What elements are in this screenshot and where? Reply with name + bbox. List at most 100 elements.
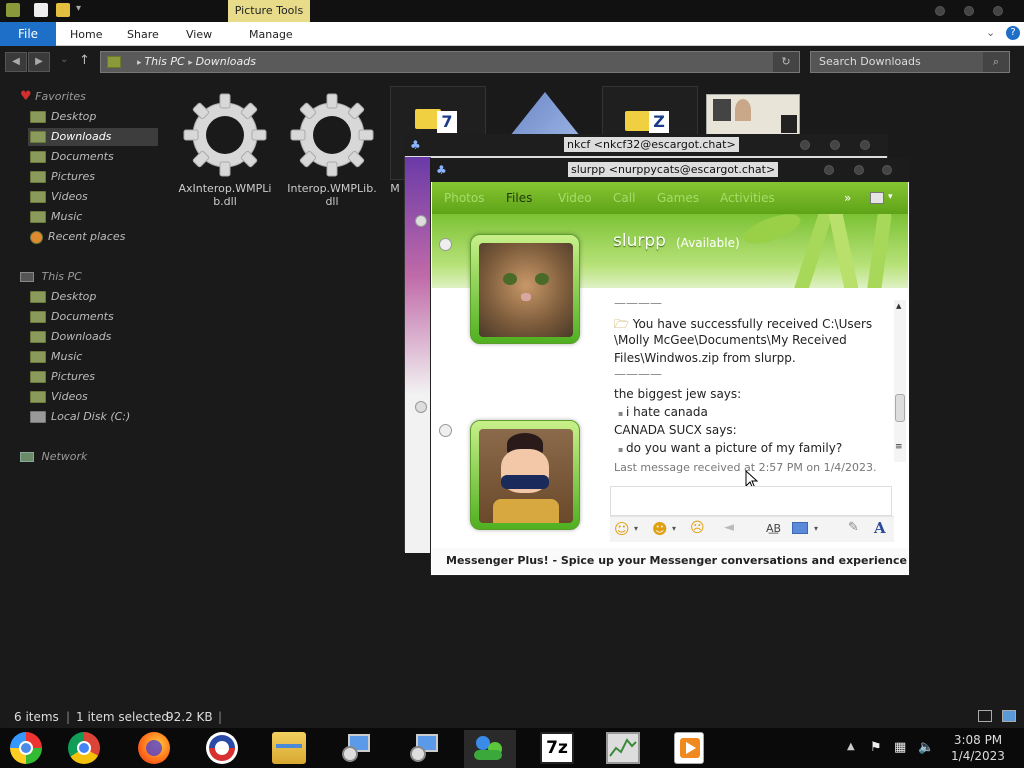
new-folder-icon[interactable] [56,3,70,17]
recent-dropdown-icon[interactable]: ⌄ [60,54,68,65]
up-arrow-icon[interactable]: ↑ [79,53,90,68]
picture-tools-tab[interactable]: Picture Tools [228,0,310,22]
file-zip-archive[interactable]: Z [602,86,698,136]
sidebar-item-pc-downloads[interactable]: Downloads [30,328,111,346]
sidebar-item-pc-music[interactable]: Music [30,348,82,366]
tab-video[interactable]: Video [558,191,592,205]
image-file-icon[interactable] [510,92,580,136]
network-tool-icon-2[interactable] [408,732,442,764]
breadcrumb-this-pc[interactable]: This PC [144,55,184,68]
sidebar-item-videos[interactable]: Videos [30,188,88,206]
minimize-button[interactable] [935,6,945,16]
help-icon[interactable]: ? [1006,26,1020,40]
sidebar-item-downloads[interactable]: Downloads [30,128,111,146]
messenger-back-title-bar[interactable]: ♣ nkcf <nkcf32@escargot.chat> [404,134,888,156]
close-button[interactable] [882,165,892,175]
sidebar-network[interactable]: Network [20,448,87,466]
maximize-button[interactable] [964,6,974,16]
tab-manage[interactable]: Manage [249,22,293,46]
tray-expand-icon[interactable]: ▲ [847,741,855,752]
maximize-button[interactable] [830,140,840,150]
options-menu-icon[interactable] [870,192,884,204]
start-icon[interactable] [10,732,42,764]
network-tool-icon[interactable] [340,732,374,764]
tab-file[interactable]: File [0,22,56,46]
chevron-down-icon[interactable]: ▾ [888,192,893,202]
file-axinterop[interactable]: AxInterop.WMPLi b.dll [175,182,275,208]
breadcrumb-downloads[interactable]: Downloads [196,55,256,68]
tab-activities[interactable]: Activities [720,191,775,205]
messenger-plus-ad[interactable]: Messenger Plus! - Spice up your Messenge… [432,548,908,574]
sidebar-item-pc-videos[interactable]: Videos [30,388,88,406]
collapse-icon[interactable] [415,215,427,227]
tab-files[interactable]: Files [506,191,532,205]
font-icon[interactable]: A [874,519,886,537]
file-explorer-icon[interactable] [272,732,306,764]
obama-icon[interactable] [206,732,238,764]
contact-avatar[interactable] [470,234,580,344]
large-icons-view-icon[interactable] [1002,710,1016,722]
media-player-icon[interactable] [674,732,704,764]
file-interop-wmplib[interactable]: Interop.WMPLib. dll [282,182,382,208]
tab-view[interactable]: View [186,22,212,46]
scroll-up-icon[interactable]: ▲ [896,302,901,310]
sidebar-favorites[interactable]: ♥ Favorites [20,88,86,106]
background-icon[interactable] [792,522,808,534]
spellcheck-icon[interactable]: A͟B [766,522,781,535]
refresh-icon[interactable]: ↻ [773,52,799,72]
messenger-icon[interactable] [472,732,506,764]
search-icon[interactable]: ⌕ [983,52,1009,72]
handwriting-icon[interactable]: ✎ [848,520,859,535]
tab-home[interactable]: Home [70,22,102,46]
tab-games[interactable]: Games [657,191,699,205]
tab-photos[interactable]: Photos [444,191,484,205]
search-input[interactable]: Search Downloads ⌕ [810,51,1010,73]
sidebar-item-pc-documents[interactable]: Documents [30,308,114,326]
task-manager-icon[interactable] [606,732,640,764]
expand-ribbon-icon[interactable]: ⌄ [986,26,995,39]
collapse-icon[interactable] [415,401,427,413]
sidebar-item-recent-places[interactable]: Recent places [30,228,125,246]
chrome-icon[interactable] [68,732,100,764]
taskbar-clock[interactable]: 3:08 PM 1/4/2023 [940,732,1016,764]
voice-clip-icon[interactable]: ◄ [724,520,734,535]
sidebar-item-desktop[interactable]: Desktop [30,108,96,126]
collapse-icon[interactable] [439,424,452,437]
sidebar-item-music[interactable]: Music [30,208,82,226]
network-status-icon[interactable]: ▦ [894,740,906,755]
flag-icon[interactable]: ⚑ [870,740,882,755]
volume-icon[interactable]: 🔈 [918,740,934,755]
sidebar-item-local-disk[interactable]: Local Disk (C:) [30,408,130,426]
minimize-button[interactable] [824,165,834,175]
close-button[interactable] [993,6,1003,16]
firefox-icon[interactable] [138,732,170,764]
emoticon-icon[interactable]: ☺ [614,520,630,538]
scroll-down-icon[interactable]: ≡ [895,442,903,452]
messenger-title-bar[interactable]: ♣ slurpp <nurppycats@escargot.chat> [430,158,910,182]
image-thumbnail[interactable] [706,94,800,138]
nudge-icon[interactable]: ☹ [690,520,705,536]
sidebar-this-pc[interactable]: This PC [20,268,82,286]
sidebar-item-documents[interactable]: Documents [30,148,114,166]
tab-call[interactable]: Call [613,191,635,205]
sidebar-item-pc-pictures[interactable]: Pictures [30,368,95,386]
gear-icon[interactable] [182,92,268,178]
tab-share[interactable]: Share [127,22,159,46]
chevron-down-icon[interactable]: ▾ [634,524,638,533]
minimize-button[interactable] [800,140,810,150]
back-button[interactable]: ◀ [5,52,27,72]
forward-button[interactable]: ▶ [28,52,50,72]
collapse-icon[interactable] [439,238,452,251]
chevron-down-icon[interactable]: ▾ [814,524,818,533]
7zip-icon[interactable]: 7z [540,732,574,764]
properties-icon[interactable] [34,3,48,17]
chevron-down-icon[interactable]: ▾ [76,3,81,14]
sidebar-item-pictures[interactable]: Pictures [30,168,95,186]
message-input[interactable] [610,486,892,516]
chat-scrollbar[interactable]: ▲ ≡ [894,300,906,462]
chat-history[interactable]: ———— 🗁 You have successfully received C:… [612,296,892,476]
user-avatar[interactable] [470,420,580,530]
sidebar-item-pc-desktop[interactable]: Desktop [30,288,96,306]
gear-icon[interactable] [289,92,375,178]
maximize-button[interactable] [854,165,864,175]
